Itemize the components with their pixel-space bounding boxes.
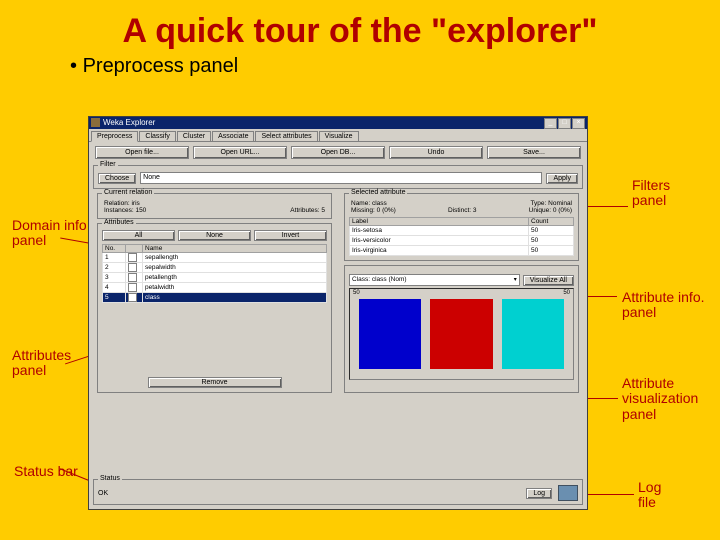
hist-bar-3 <box>502 299 564 369</box>
table-row: Iris-setosa50 <box>350 226 574 236</box>
instances-label: Instances: <box>104 207 134 214</box>
save-button[interactable]: Save... <box>487 146 581 159</box>
window-title: Weka Explorer <box>103 118 155 127</box>
sel-distinct-label: Distinct: <box>448 207 471 214</box>
selected-attr-label: Selected attribute <box>349 189 407 196</box>
current-relation-label: Current relation <box>102 189 154 196</box>
attr-all-button[interactable]: All <box>102 230 175 241</box>
window-min-button[interactable]: _ <box>544 118 557 129</box>
sel-name: class <box>372 200 387 207</box>
ann-attributes: Attributespanel <box>12 348 71 379</box>
app-icon <box>91 118 100 127</box>
tab-preprocess[interactable]: Preprocess <box>91 131 138 142</box>
open-file-button[interactable]: Open file... <box>95 146 189 159</box>
filter-value-field[interactable]: None <box>140 172 542 184</box>
sel-name-label: Name: <box>351 200 370 207</box>
checkbox-icon[interactable] <box>128 293 137 302</box>
selected-attribute-panel: Selected attribute Name: class Type: Nom… <box>344 193 579 261</box>
hist-axis-right: 50 <box>563 290 570 296</box>
undo-button[interactable]: Undo <box>389 146 483 159</box>
sel-unique: 0 (0%) <box>553 207 572 214</box>
hist-bar-1 <box>359 299 421 369</box>
filter-panel: Filter Choose None Apply <box>93 165 583 189</box>
checkbox-icon[interactable] <box>128 263 137 272</box>
values-table: Label Count Iris-setosa50 Iris-versicolo… <box>349 217 574 256</box>
sel-missing: 0 (0%) <box>377 207 396 214</box>
tab-classify[interactable]: Classify <box>139 131 176 141</box>
sel-type-label: Type: <box>530 200 546 207</box>
current-relation-panel: Current relation Relation: iris Instance… <box>97 193 332 219</box>
attr-col-name: Name <box>143 245 327 253</box>
ann-attr-viz: Attributevisualizationpanel <box>622 376 698 422</box>
sel-missing-label: Missing: <box>351 207 375 214</box>
attributes-count-label: Attributes: <box>290 207 319 214</box>
open-url-button[interactable]: Open URL... <box>193 146 287 159</box>
tab-strip: Preprocess Classify Cluster Associate Se… <box>89 129 587 142</box>
tab-cluster[interactable]: Cluster <box>177 131 211 141</box>
status-text: OK <box>98 490 520 497</box>
table-row: Iris-virginica50 <box>350 246 574 256</box>
table-row[interactable]: 4petalwidth <box>103 283 327 293</box>
attr-none-button[interactable]: None <box>178 230 251 241</box>
attributes-panel: Attributes All None Invert No. Name 1sep… <box>97 223 332 393</box>
attr-invert-button[interactable]: Invert <box>254 230 327 241</box>
relation-name: iris <box>131 200 139 207</box>
relation-name-label: Relation: <box>104 200 130 207</box>
slide-bullet: Preprocess panel <box>70 55 720 78</box>
table-row: Iris-versicolor50 <box>350 236 574 246</box>
tab-associate[interactable]: Associate <box>212 131 254 141</box>
val-col-label: Label <box>350 218 529 226</box>
window-max-button[interactable]: □ <box>558 118 571 129</box>
hist-bar-2 <box>430 299 492 369</box>
attributes-count: 5 <box>321 207 325 214</box>
weka-explorer-window: Weka Explorer _ □ × Preprocess Classify … <box>88 116 588 510</box>
slide-title: A quick tour of the "explorer" <box>0 0 720 51</box>
attribute-visualization-panel: Class: class (Nom) Visualize All 50 50 <box>344 265 579 393</box>
window-titlebar[interactable]: Weka Explorer _ □ × <box>89 117 587 129</box>
table-row[interactable]: 2sepalwidth <box>103 263 327 273</box>
checkbox-icon[interactable] <box>128 283 137 292</box>
table-row[interactable]: 5class <box>103 293 327 303</box>
log-button[interactable]: Log <box>526 488 552 499</box>
val-col-count: Count <box>529 218 574 226</box>
instances-value: 150 <box>135 207 146 214</box>
sel-unique-label: Unique: <box>529 207 551 214</box>
sel-distinct: 3 <box>473 207 477 214</box>
open-db-button[interactable]: Open DB... <box>291 146 385 159</box>
ann-filters: Filterspanel <box>632 178 670 209</box>
filter-apply-button[interactable]: Apply <box>546 173 578 184</box>
ann-attr-info: Attribute info.panel <box>622 290 705 321</box>
visualize-all-button[interactable]: Visualize All <box>523 275 574 286</box>
sel-type: Nominal <box>548 200 572 207</box>
window-close-button[interactable]: × <box>572 118 585 129</box>
attributes-label: Attributes <box>102 219 136 226</box>
table-row[interactable]: 3petallength <box>103 273 327 283</box>
remove-button[interactable]: Remove <box>148 377 282 388</box>
histogram: 50 50 <box>349 288 574 380</box>
hist-axis-left: 50 <box>353 290 360 296</box>
tab-visualize[interactable]: Visualize <box>319 131 359 141</box>
filter-label: Filter <box>98 161 118 168</box>
status-label: Status <box>98 475 122 482</box>
attr-col-check <box>126 245 143 253</box>
table-row[interactable]: 1sepallength <box>103 253 327 263</box>
open-toolbar: Open file... Open URL... Open DB... Undo… <box>89 142 587 163</box>
status-bar: Status OK Log <box>89 477 587 509</box>
ann-domain: Domain info.panel <box>12 218 91 249</box>
ann-log: Logfile <box>638 480 661 511</box>
filter-choose-button[interactable]: Choose <box>98 173 136 184</box>
tab-select-attributes[interactable]: Select attributes <box>255 131 317 141</box>
checkbox-icon[interactable] <box>128 253 137 262</box>
attr-col-no: No. <box>103 245 126 253</box>
weka-bird-icon <box>558 485 578 501</box>
class-combo[interactable]: Class: class (Nom) <box>349 274 520 286</box>
attribute-table[interactable]: No. Name 1sepallength 2sepalwidth 3petal… <box>102 244 327 303</box>
checkbox-icon[interactable] <box>128 273 137 282</box>
